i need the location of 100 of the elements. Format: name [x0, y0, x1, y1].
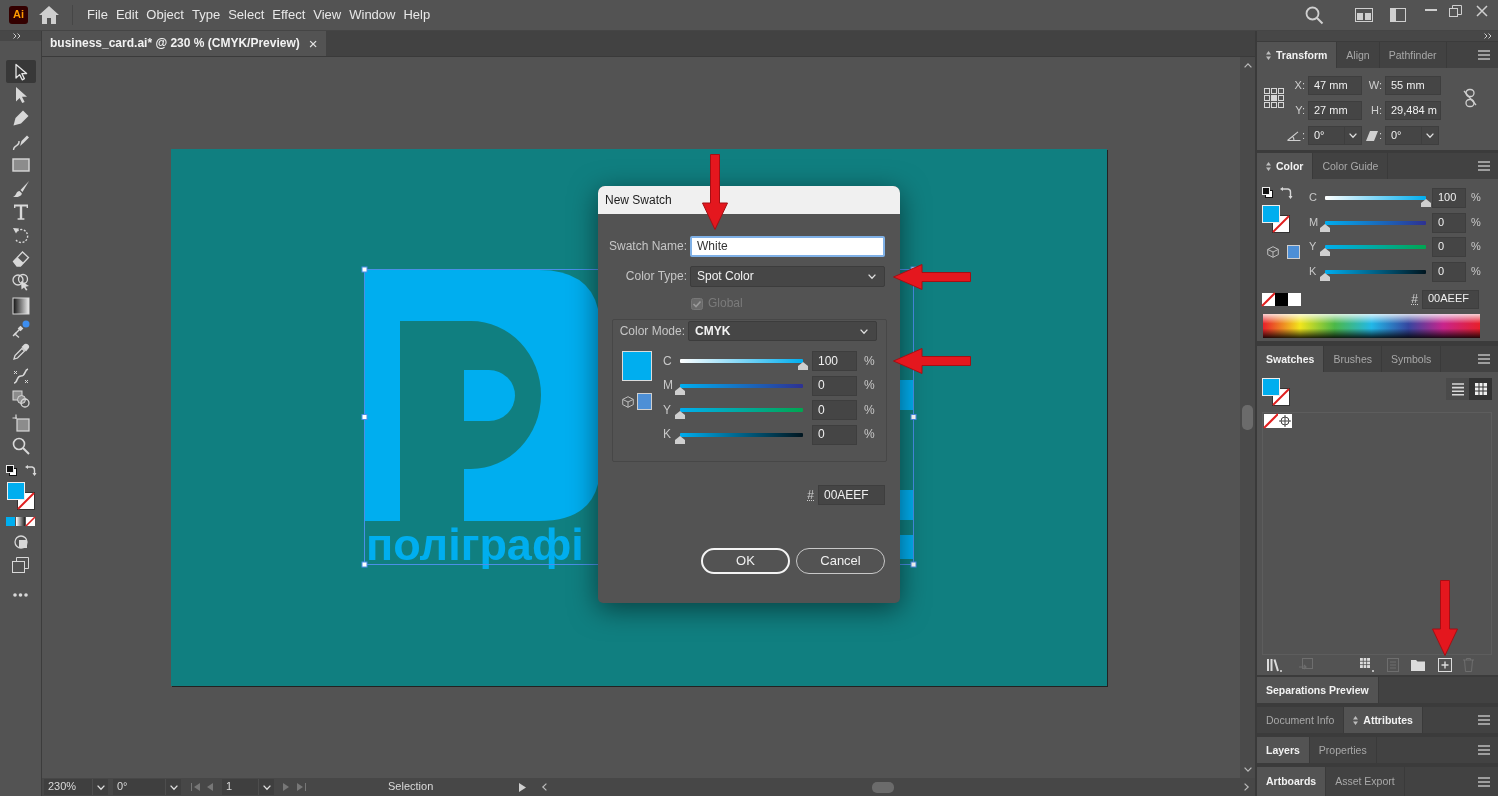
- slider-thumb[interactable]: [1421, 199, 1431, 207]
- slider-thumb[interactable]: [675, 411, 685, 419]
- value-field[interactable]: 0°: [1308, 126, 1345, 145]
- grid-view-button[interactable]: [1469, 378, 1492, 400]
- color-type-dropdown[interactable]: Spot Color: [690, 266, 885, 287]
- artboard-number-field[interactable]: 1: [222, 779, 258, 795]
- chevron-right-icon[interactable]: [1244, 783, 1249, 791]
- chevron-left-icon[interactable]: [542, 783, 548, 791]
- swatch-icon[interactable]: [1275, 292, 1288, 306]
- channel-value-field[interactable]: 0: [812, 375, 857, 396]
- value-field[interactable]: 27 mm: [1308, 101, 1362, 120]
- menu-icon[interactable]: [1478, 745, 1490, 755]
- swap-arrow-icon[interactable]: [1280, 187, 1292, 199]
- panel-tab[interactable]: Color: [1257, 153, 1314, 179]
- channel-value-field[interactable]: 0: [1432, 261, 1466, 282]
- screen-mode-icon[interactable]: [12, 556, 29, 573]
- channel-value-field[interactable]: 0: [1432, 237, 1466, 257]
- zoom-field[interactable]: 230%: [44, 779, 92, 795]
- panel-tab[interactable]: Properties: [1309, 737, 1377, 763]
- slider-thumb[interactable]: [1320, 272, 1330, 281]
- swatch-name-field[interactable]: White: [690, 236, 885, 257]
- slider-thumb[interactable]: [675, 435, 685, 444]
- value-field[interactable]: 55 mm: [1385, 76, 1441, 95]
- menu-icon[interactable]: [1478, 354, 1490, 364]
- value-field[interactable]: 29,484 m: [1385, 101, 1441, 120]
- panel-tab[interactable]: Artboards: [1257, 767, 1327, 796]
- dropdown-button[interactable]: [1422, 126, 1439, 145]
- hex-field[interactable]: 00AEEF: [1422, 289, 1479, 309]
- dropdown-button[interactable]: [165, 779, 181, 795]
- folder-icon[interactable]: [1411, 658, 1425, 672]
- menu-icon[interactable]: [1478, 776, 1490, 787]
- grid-menu-icon[interactable]: [1360, 658, 1374, 672]
- chevron-down-icon[interactable]: [1243, 767, 1252, 772]
- swatch-icon[interactable]: [1287, 245, 1300, 259]
- rotation-field[interactable]: 0°: [113, 779, 165, 795]
- up-down-icon[interactable]: [1353, 715, 1359, 725]
- slider-thumb[interactable]: [1320, 223, 1330, 232]
- close-icon[interactable]: [1476, 5, 1488, 17]
- value-field[interactable]: 47 mm: [1308, 76, 1362, 95]
- channel-value-field[interactable]: 100: [1432, 188, 1466, 208]
- unlinked-chain-icon[interactable]: [1462, 89, 1477, 107]
- menu-icon[interactable]: [1478, 50, 1490, 60]
- slider-thumb[interactable]: [675, 386, 685, 395]
- chevron-up-icon[interactable]: [1243, 63, 1252, 68]
- app-logo[interactable]: Ai: [9, 6, 28, 24]
- none-swatch-icon[interactable]: [1264, 414, 1278, 428]
- none-swatch-icon[interactable]: [1262, 292, 1275, 306]
- menu-item[interactable]: Help: [403, 7, 431, 23]
- panel-tab[interactable]: Separations Preview: [1257, 677, 1379, 703]
- workspace-icon[interactable]: [1390, 8, 1406, 22]
- dropdown-button[interactable]: [258, 779, 274, 795]
- slider-thumb[interactable]: [1320, 248, 1330, 256]
- panel-tab[interactable]: Transform: [1257, 42, 1338, 68]
- channel-value-field[interactable]: 0: [812, 424, 857, 445]
- collapse-icon[interactable]: [1484, 33, 1492, 39]
- menu-item[interactable]: View: [313, 7, 342, 23]
- panel-tab[interactable]: Layers: [1257, 737, 1310, 763]
- document-tab[interactable]: business_card.ai* @ 230 % (CMYK/Preview) ×: [42, 31, 326, 56]
- dropdown-button[interactable]: [92, 779, 108, 795]
- cube-icon[interactable]: [1267, 246, 1279, 258]
- menu-item[interactable]: Edit: [115, 7, 139, 23]
- color-mode-dropdown[interactable]: CMYK: [688, 321, 877, 341]
- scrollbar-thumb[interactable]: [872, 781, 895, 793]
- fill-stroke-icon[interactable]: [6, 481, 35, 510]
- color-spectrum[interactable]: [1263, 314, 1480, 338]
- channel-value-field[interactable]: 0: [1432, 212, 1466, 233]
- menu-item[interactable]: Effect: [272, 7, 306, 23]
- gradient-fill-icon[interactable]: [16, 516, 25, 526]
- swatch-icon[interactable]: [1288, 292, 1301, 306]
- close-button[interactable]: ×: [308, 36, 318, 51]
- channel-value-field[interactable]: 0: [812, 400, 857, 420]
- fill-stroke-icon[interactable]: [1262, 205, 1290, 233]
- cube-icon[interactable]: [622, 395, 634, 408]
- play-icon[interactable]: [519, 782, 527, 792]
- up-down-icon[interactable]: [1266, 50, 1271, 60]
- menu-item[interactable]: Type: [191, 7, 221, 23]
- list-view-button[interactable]: [1446, 378, 1469, 400]
- up-down-icon[interactable]: [1266, 161, 1271, 171]
- reference-point-icon[interactable]: [1264, 88, 1284, 108]
- panel-tab[interactable]: Swatches: [1257, 346, 1325, 372]
- default-colors-icon[interactable]: [5, 464, 17, 476]
- new-swatch-icon[interactable]: [1438, 658, 1452, 672]
- hex-field[interactable]: 00AEEF: [818, 485, 885, 505]
- menu-icon[interactable]: [1478, 715, 1490, 725]
- fill-stroke-icon[interactable]: [1262, 378, 1290, 406]
- channel-value-field[interactable]: 100: [812, 351, 857, 371]
- dialog-button[interactable]: OK: [701, 548, 790, 574]
- more-icon[interactable]: [13, 592, 28, 597]
- panel-tab[interactable]: Asset Export: [1326, 767, 1405, 796]
- menu-item[interactable]: Window: [349, 7, 396, 23]
- restore-icon[interactable]: [1449, 5, 1462, 17]
- search-icon[interactable]: [1305, 6, 1323, 24]
- arrange-documents-icon[interactable]: [1355, 8, 1373, 22]
- scrollbar-thumb[interactable]: [1242, 405, 1253, 430]
- collapse-icon[interactable]: [13, 33, 21, 39]
- home-icon[interactable]: [39, 6, 59, 24]
- registration-swatch-icon[interactable]: [1278, 414, 1292, 428]
- menu-icon[interactable]: [1478, 161, 1490, 171]
- no-fill-icon[interactable]: [26, 516, 35, 526]
- menu-item[interactable]: Object: [146, 7, 184, 23]
